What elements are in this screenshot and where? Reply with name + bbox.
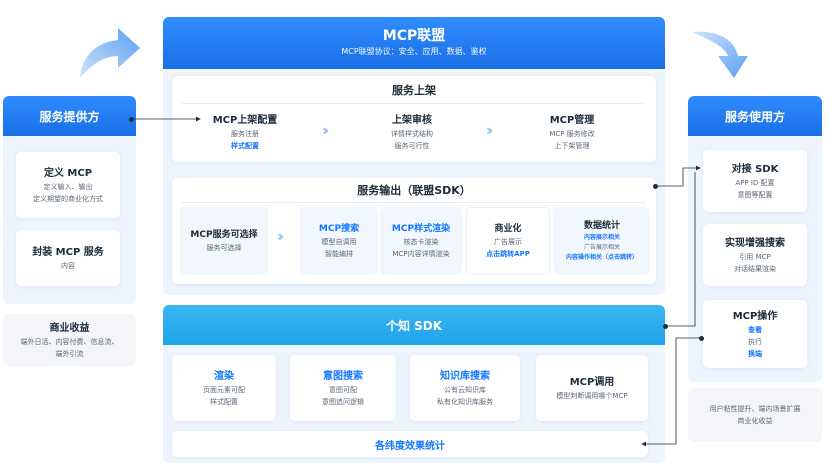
connector-dot (653, 184, 658, 189)
connector-dot (129, 117, 134, 122)
connector-dot (663, 324, 668, 329)
connector-dot (699, 336, 704, 341)
connector-lines (131, 116, 701, 447)
